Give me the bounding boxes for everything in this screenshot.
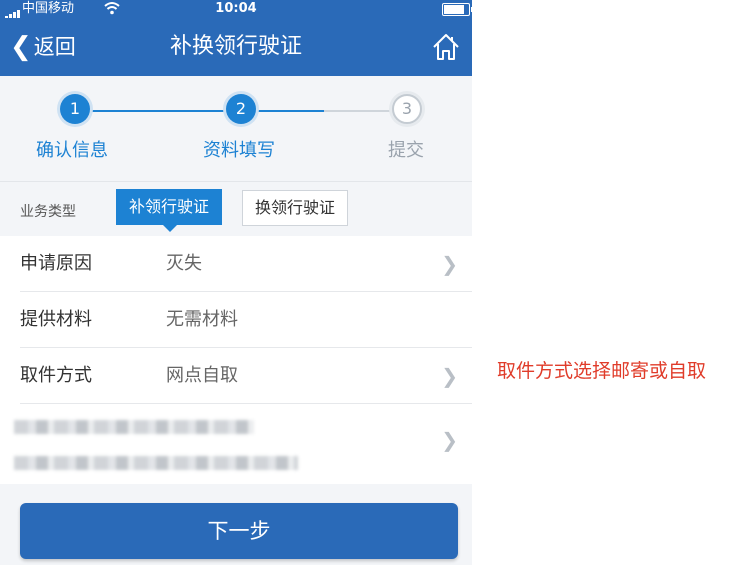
- chevron-right-icon: ❯: [441, 252, 458, 276]
- step-1-label: 确认信息: [36, 140, 108, 161]
- step-connector: [324, 110, 392, 112]
- progress-steps: 1 确认信息 2 资料填写 3 提交: [0, 76, 472, 180]
- step-3-circle: 3: [392, 94, 422, 124]
- step-2-circle: 2: [226, 94, 256, 124]
- phone-screen: 中国移动 10:04 ❮返回 补换领行驶证 1 确认信息 2 资料填写 3 提交…: [0, 0, 472, 565]
- nav-bar: ❮返回 补换领行驶证: [0, 18, 472, 76]
- row-pickup-method[interactable]: 取件方式 网点自取 ❯: [0, 348, 472, 404]
- step-connector: [256, 110, 324, 112]
- step-1-circle: 1: [60, 94, 90, 124]
- row-value: 灭失: [166, 253, 202, 274]
- row-key: 取件方式: [20, 365, 92, 386]
- row-key: 提供材料: [20, 309, 92, 330]
- status-time: 10:04: [215, 1, 257, 16]
- chevron-right-icon: ❯: [441, 428, 458, 452]
- status-bar: 中国移动 10:04: [0, 0, 472, 19]
- redacted-text: [14, 456, 298, 470]
- next-step-button[interactable]: 下一步: [20, 503, 458, 559]
- battery-icon: [442, 3, 472, 16]
- page-title: 补换领行驶证: [169, 34, 302, 59]
- step-3-label: 提交: [388, 140, 424, 161]
- row-application-reason[interactable]: 申请原因 灭失 ❯: [0, 236, 472, 292]
- business-type-label: 业务类型: [20, 204, 76, 220]
- home-icon[interactable]: [430, 31, 462, 63]
- option-replace-button[interactable]: 换领行驶证: [242, 190, 348, 226]
- redacted-text: [14, 420, 254, 434]
- row-key: 申请原因: [20, 253, 92, 274]
- row-redacted-address[interactable]: ❯: [0, 404, 472, 484]
- bottom-bar: 下一步: [0, 484, 472, 565]
- row-materials: 提供材料 无需材料: [0, 292, 472, 348]
- annotation-note: 取件方式选择邮寄或自取: [497, 360, 707, 382]
- row-value: 无需材料: [166, 309, 238, 330]
- step-connector: [90, 110, 226, 112]
- step-2-label: 资料填写: [203, 140, 275, 161]
- row-value: 网点自取: [166, 365, 238, 386]
- chevron-right-icon: ❯: [441, 364, 458, 388]
- option-reissue-button[interactable]: 补领行驶证: [116, 189, 222, 232]
- business-type-row: 业务类型 补领行驶证 换领行驶证: [0, 181, 472, 236]
